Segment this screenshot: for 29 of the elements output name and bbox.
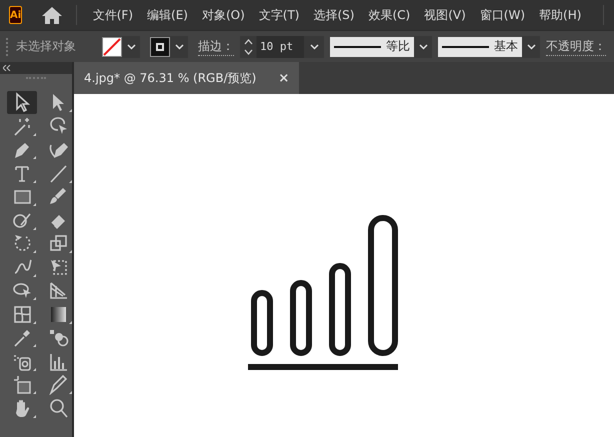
menu-item[interactable]: 编辑(E) (141, 6, 194, 24)
menu-item[interactable]: 文件(F) (86, 6, 140, 24)
caret-icon[interactable] (418, 44, 428, 50)
stroke-swatch[interactable] (150, 36, 188, 58)
selection-status: 未选择对象 (16, 38, 76, 55)
close-button[interactable]: × (278, 70, 290, 86)
menu-item[interactable]: 帮助(H) (533, 6, 588, 24)
spinner-arrows-icon[interactable] (244, 38, 252, 56)
caret-icon[interactable] (126, 44, 136, 50)
document-tab[interactable]: 4.jpg* @ 76.31 % (RGB/预览) × (74, 62, 300, 94)
caret-icon[interactable] (526, 44, 536, 50)
caret-icon[interactable] (310, 44, 318, 50)
menu-item[interactable]: 窗口(W) (474, 6, 532, 24)
stroke-link[interactable]: 描边： (198, 38, 234, 56)
grip-icon[interactable] (6, 38, 10, 56)
caret-icon[interactable] (174, 44, 184, 50)
menu-item[interactable]: 对象(O) (196, 6, 251, 24)
stroke-weight-field[interactable]: 10 pt (240, 36, 324, 58)
menu-item[interactable]: 选择(S) (307, 6, 360, 24)
collapse-icon[interactable] (3, 65, 11, 71)
no-fill-slash-icon (103, 38, 121, 56)
menu-item[interactable]: 视图(V) (418, 6, 472, 24)
menu-item[interactable]: 文字(T) (252, 6, 306, 24)
fill-swatch[interactable] (102, 36, 140, 58)
app-logo[interactable]: Ai (9, 6, 22, 24)
menu-item[interactable]: 效果(C) (362, 6, 416, 24)
home-icon[interactable] (42, 6, 62, 24)
opacity-link[interactable]: 不透明度： (546, 38, 606, 56)
selection-icon[interactable] (7, 91, 37, 114)
